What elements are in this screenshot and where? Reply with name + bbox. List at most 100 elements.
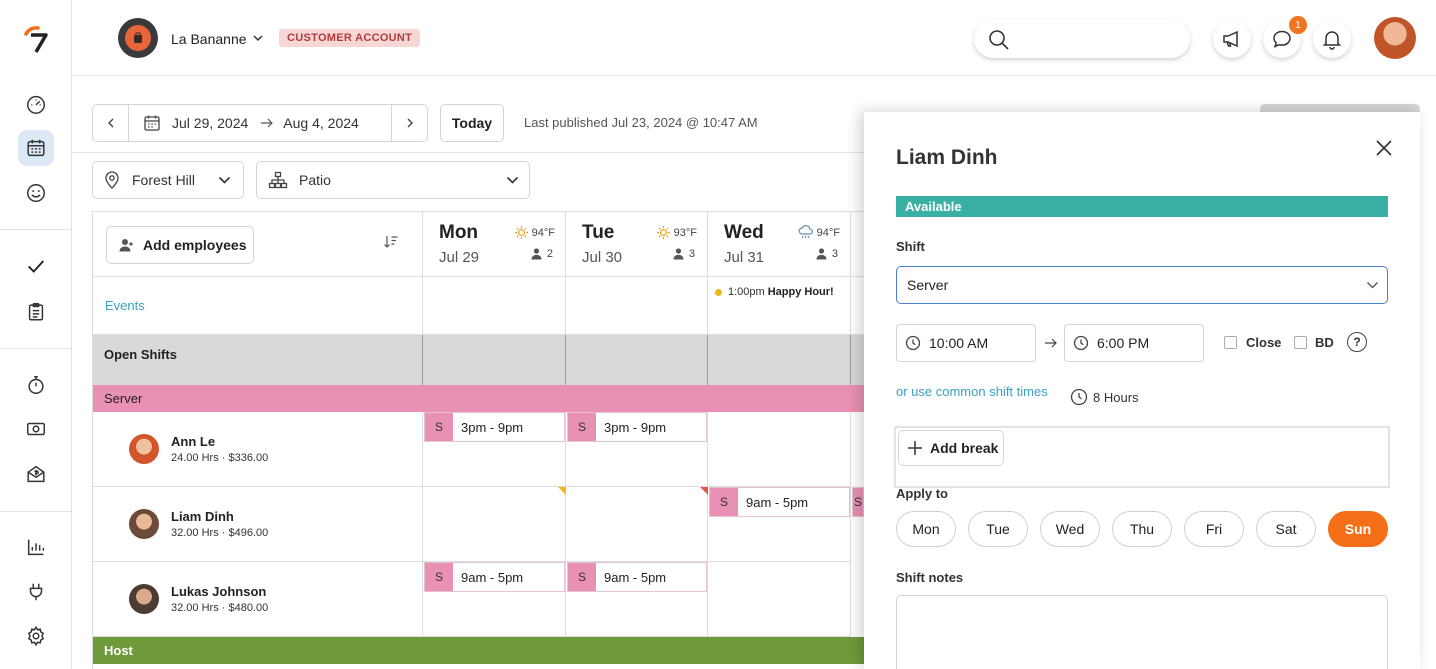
shift-cell[interactable]	[423, 487, 566, 562]
employee-row-label[interactable]: Ann Le 24.00 Hrs · $336.00	[93, 412, 423, 487]
smiley-icon[interactable]	[18, 175, 54, 211]
area-value: Patio	[299, 172, 331, 188]
open-shifts-label: Open Shifts	[104, 347, 177, 362]
announcements-button[interactable]	[1213, 20, 1251, 58]
schedule-icon[interactable]	[18, 130, 54, 166]
close-icon[interactable]	[1374, 138, 1394, 158]
shift-role-select[interactable]: Server	[896, 266, 1388, 304]
events-cell[interactable]: 1:00pm Happy Hour!	[708, 277, 851, 335]
chat-bubble-icon	[1273, 30, 1291, 48]
prev-week-button[interactable]	[93, 105, 129, 141]
shift-block[interactable]: S	[852, 487, 864, 517]
clipboard-icon[interactable]	[18, 294, 54, 330]
help-icon[interactable]: ?	[1347, 332, 1367, 352]
day-date: Jul 30	[582, 249, 623, 266]
shift-role-value: Server	[907, 277, 949, 293]
schedule-grid: Add employees Mon Jul 29 94°F 2 Tue Jul …	[92, 211, 865, 669]
cash-icon[interactable]	[18, 411, 54, 447]
apply-day-thu[interactable]: Thu	[1112, 511, 1172, 547]
settings-gear-icon[interactable]	[18, 618, 54, 654]
event-time: 1:00pm	[728, 286, 765, 298]
chevron-right-icon	[407, 118, 413, 128]
org-avatar[interactable]	[118, 18, 158, 58]
bd-label: BD	[1315, 335, 1334, 350]
arrow-right-icon	[261, 118, 274, 128]
messages-button[interactable]: 1	[1263, 16, 1307, 58]
chevron-left-icon	[107, 118, 113, 128]
chevron-down-icon	[218, 176, 231, 184]
clock-icon	[1073, 335, 1089, 351]
add-employees-button[interactable]: Add employees	[106, 226, 254, 264]
user-avatar[interactable]	[1374, 17, 1416, 59]
bd-checkbox[interactable]	[1294, 336, 1307, 349]
events-cell[interactable]	[423, 277, 566, 335]
search-icon	[989, 30, 1009, 50]
sun-icon	[514, 226, 528, 239]
stopwatch-icon[interactable]	[18, 367, 54, 403]
shift-block[interactable]: S 9am - 5pm	[709, 487, 850, 517]
location-pin-icon	[105, 171, 119, 189]
chevron-down-icon	[506, 176, 519, 184]
app-logo[interactable]	[22, 24, 52, 54]
apply-day-wed[interactable]: Wed	[1040, 511, 1100, 547]
hierarchy-icon	[268, 171, 288, 189]
apply-day-mon[interactable]: Mon	[896, 511, 956, 547]
end-date[interactable]: Aug 4, 2024	[283, 115, 359, 131]
today-button[interactable]: Today	[440, 104, 504, 142]
sort-icon[interactable]	[383, 234, 399, 250]
availability-status: Available	[896, 196, 1388, 217]
org-name[interactable]: La Bananne	[171, 31, 247, 47]
events-row-label: Events	[93, 277, 423, 335]
shift-label: Shift	[896, 239, 925, 254]
events-cell[interactable]	[566, 277, 708, 335]
employee-row-label[interactable]: Liam Dinh 32.00 Hrs · $496.00	[93, 487, 423, 562]
apply-day-sun[interactable]: Sun	[1328, 511, 1388, 547]
end-time-input[interactable]: 6:00 PM	[1064, 324, 1204, 362]
shift-block[interactable]: S 9am - 5pm	[424, 562, 565, 592]
close-checkbox[interactable]	[1224, 336, 1237, 349]
start-date[interactable]: Jul 29, 2024	[172, 115, 248, 131]
common-shift-times-link[interactable]: or use common shift times	[896, 384, 1048, 399]
reports-chart-icon[interactable]	[18, 529, 54, 565]
plus-icon	[908, 441, 922, 455]
start-time-input[interactable]: 10:00 AM	[896, 324, 1036, 362]
breaks-section: Add break	[894, 426, 1390, 488]
area-select[interactable]: Patio	[256, 161, 530, 199]
event-item[interactable]: 1:00pm Happy Hour!	[715, 286, 834, 298]
employee-row-label[interactable]: Lukas Johnson 32.00 Hrs · $480.00	[93, 562, 423, 637]
shift-role-tag: S	[853, 488, 863, 516]
location-select[interactable]: Forest Hill	[92, 161, 244, 199]
add-employees-label: Add employees	[143, 237, 247, 253]
day-date: Jul 29	[439, 249, 480, 266]
shift-block[interactable]: S 3pm - 9pm	[567, 412, 707, 442]
chevron-down-icon[interactable]	[252, 32, 264, 44]
add-break-button[interactable]: Add break	[898, 430, 1004, 466]
checkmark-icon[interactable]	[18, 248, 54, 284]
day-header-partial	[851, 212, 865, 277]
apply-day-sat[interactable]: Sat	[1256, 511, 1316, 547]
add-user-icon	[119, 239, 133, 252]
day-header-tue[interactable]: Tue Jul 30 93°F 3	[566, 212, 708, 277]
notifications-button[interactable]	[1313, 20, 1351, 58]
apply-day-fri[interactable]: Fri	[1184, 511, 1244, 547]
apply-day-tue[interactable]: Tue	[968, 511, 1028, 547]
avatar	[129, 584, 159, 614]
day-header-wed[interactable]: Wed Jul 31 94°F 3	[708, 212, 851, 277]
temperature: 93°F	[673, 226, 697, 239]
shift-block[interactable]: S 3pm - 9pm	[424, 412, 565, 442]
shift-block[interactable]: S 9am - 5pm	[567, 562, 707, 592]
day-header-mon[interactable]: Mon Jul 29 94°F 2	[423, 212, 566, 277]
shift-time: 3pm - 9pm	[461, 419, 524, 435]
start-time-value: 10:00 AM	[929, 335, 989, 351]
location-value: Forest Hill	[132, 172, 196, 188]
next-week-button[interactable]	[391, 105, 427, 141]
search-input[interactable]	[974, 20, 1190, 58]
shift-cell[interactable]	[708, 562, 851, 637]
shift-cell[interactable]	[708, 412, 851, 487]
events-label[interactable]: Events	[105, 298, 145, 313]
integrations-plug-icon[interactable]	[18, 574, 54, 610]
shift-cell[interactable]	[566, 487, 708, 562]
dashboard-icon[interactable]	[18, 86, 54, 122]
payroll-envelope-icon[interactable]	[18, 456, 54, 492]
shift-notes-textarea[interactable]	[896, 595, 1388, 669]
